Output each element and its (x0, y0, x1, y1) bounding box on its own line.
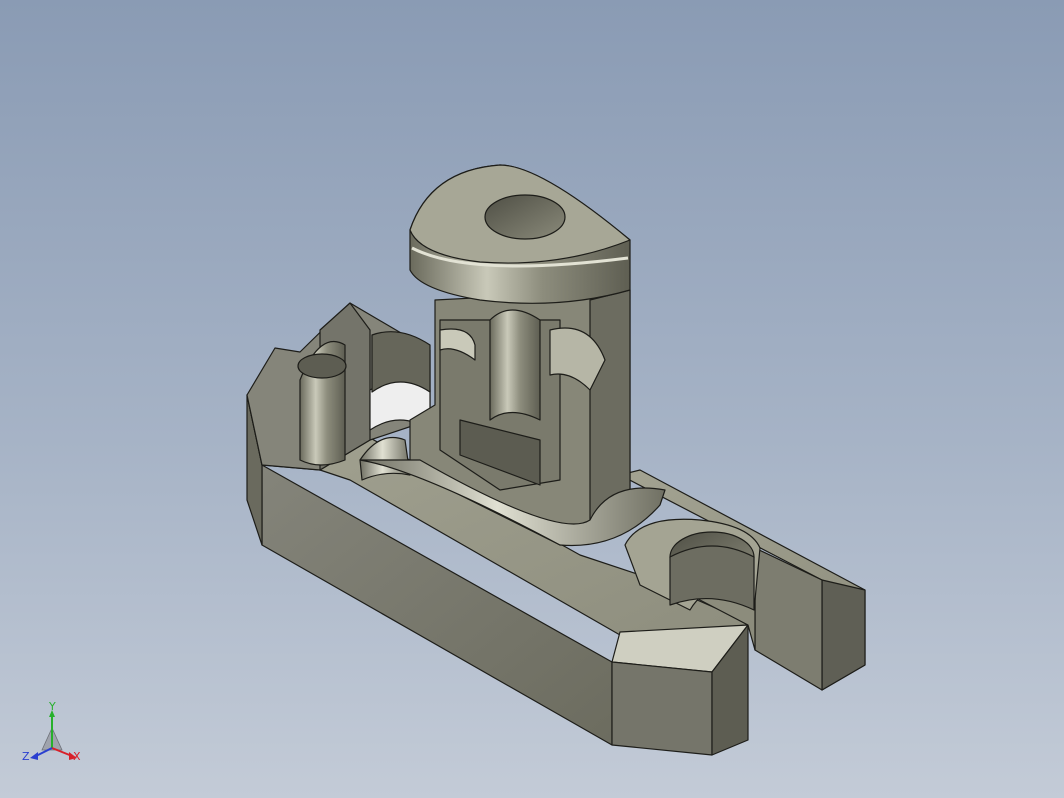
x-axis-label: X (73, 750, 81, 763)
inner-bore[interactable] (489, 309, 541, 421)
left-clamp-wall[interactable] (246, 302, 431, 481)
z-axis-label: Z (22, 750, 30, 763)
part-model[interactable] (0, 0, 1064, 798)
z-axis-arrowhead-icon (30, 752, 38, 760)
y-axis-label: Y (48, 700, 56, 713)
cap-hole[interactable] (484, 194, 566, 240)
post-cap[interactable] (409, 164, 631, 304)
coordinate-triad[interactable]: Y X Z (14, 700, 94, 780)
graphics-viewport[interactable]: Y X Z (0, 0, 1064, 798)
